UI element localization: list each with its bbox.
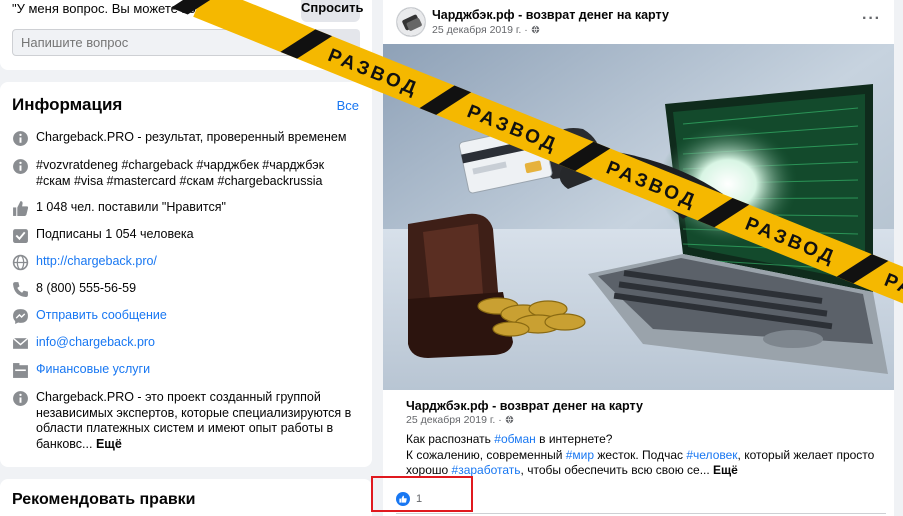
post-card: Чарджбэк.рф - возврат денег на карту 25 …	[383, 0, 894, 516]
post-image[interactable]	[383, 44, 894, 390]
email-link[interactable]: info@chargeback.pro	[36, 335, 155, 351]
info-icon	[12, 130, 29, 147]
info-item-label: Chargeback.PRO - результат, проверенный …	[36, 130, 347, 144]
info-icon	[12, 158, 29, 175]
send-question-button[interactable]	[303, 29, 360, 56]
see-all-link[interactable]: Все	[337, 98, 359, 113]
info-item-phone: 8 (800) 555-56-59	[12, 281, 362, 298]
globe-icon	[505, 415, 513, 424]
category-icon	[12, 362, 29, 379]
info-item-message[interactable]: Отправить сообщение	[12, 308, 362, 325]
about-more-link[interactable]: Ещё	[96, 437, 122, 451]
hashtag-link[interactable]: #обман	[494, 432, 536, 446]
suggest-edits-card: Рекомендовать правки	[0, 479, 372, 516]
question-input[interactable]	[12, 29, 297, 56]
send-message-link[interactable]: Отправить сообщение	[36, 308, 167, 324]
thumbs-up-icon	[12, 200, 29, 217]
email-icon	[12, 335, 29, 352]
avatar[interactable]	[396, 7, 426, 37]
divider	[396, 513, 886, 514]
info-item-slogan: Chargeback.PRO - результат, проверенный …	[12, 130, 362, 147]
info-item-likes: 1 048 чел. поставили "Нравится"	[12, 200, 362, 217]
info-item-label: 8 (800) 555-56-59	[36, 281, 137, 295]
info-item-label: 1 048 чел. поставили "Нравится"	[36, 200, 226, 214]
info-title: Информация	[12, 95, 123, 114]
highlight-annotation	[371, 476, 473, 512]
info-item-subscribers: Подписаны 1 054 человека	[12, 227, 362, 244]
info-item-category[interactable]: Финансовые услуги	[12, 362, 362, 379]
website-link[interactable]: http://chargeback.pro/	[36, 254, 157, 270]
hashtag-link[interactable]: #заработать	[452, 463, 521, 477]
info-card: Информация Все Chargeback.PRO - результа…	[0, 82, 372, 467]
about-body: Chargeback.PRO - это проект созданный гр…	[36, 390, 352, 451]
info-item-hashtags: #vozvratdeneg #chargeback #чарджбек #чар…	[12, 158, 362, 189]
post-more-link[interactable]: Ещё	[713, 463, 738, 477]
post-author[interactable]: Чарджбэк.рф - возврат денег на карту	[432, 8, 669, 22]
hashtag-link[interactable]: #мир	[566, 448, 594, 462]
about-text: Chargeback.PRO - это проект созданный гр…	[36, 390, 362, 452]
category-link[interactable]: Финансовые услуги	[36, 362, 150, 378]
preview-date: 25 декабря 2019 г. ·	[406, 414, 514, 426]
info-item-label: #vozvratdeneg #chargeback #чарджбек #чар…	[36, 158, 325, 188]
preview-title[interactable]: Чарджбэк.рф - возврат денег на карту	[406, 399, 643, 413]
globe-icon	[531, 25, 539, 34]
suggest-edits-title[interactable]: Рекомендовать правки	[12, 491, 196, 509]
subscribers-icon	[12, 227, 29, 244]
messenger-icon	[12, 308, 29, 325]
hashtag-link[interactable]: #человек	[686, 448, 737, 462]
info-icon	[12, 390, 29, 407]
info-item-email[interactable]: info@chargeback.pro	[12, 335, 362, 352]
post-text: Как распознать #обман в интернете? К сож…	[406, 432, 875, 477]
ask-button[interactable]: Спросить	[301, 0, 364, 22]
info-item-label: Подписаны 1 054 человека	[36, 227, 194, 241]
phone-icon	[12, 281, 29, 298]
info-item-about: Chargeback.PRO - это проект созданный гр…	[12, 390, 362, 452]
info-item-website[interactable]: http://chargeback.pro/	[12, 254, 362, 271]
link-preview[interactable]: Чарджбэк.рф - возврат денег на карту 25 …	[396, 392, 886, 480]
ask-question-text[interactable]: "У меня вопрос. Вы можете помочь?"	[12, 1, 237, 16]
post-date[interactable]: 25 декабря 2019 г. ·	[432, 24, 540, 36]
globe-icon	[12, 254, 29, 271]
ask-card: "У меня вопрос. Вы можете помочь?" Спрос…	[0, 0, 372, 70]
post-options-button[interactable]: ···	[862, 10, 881, 28]
